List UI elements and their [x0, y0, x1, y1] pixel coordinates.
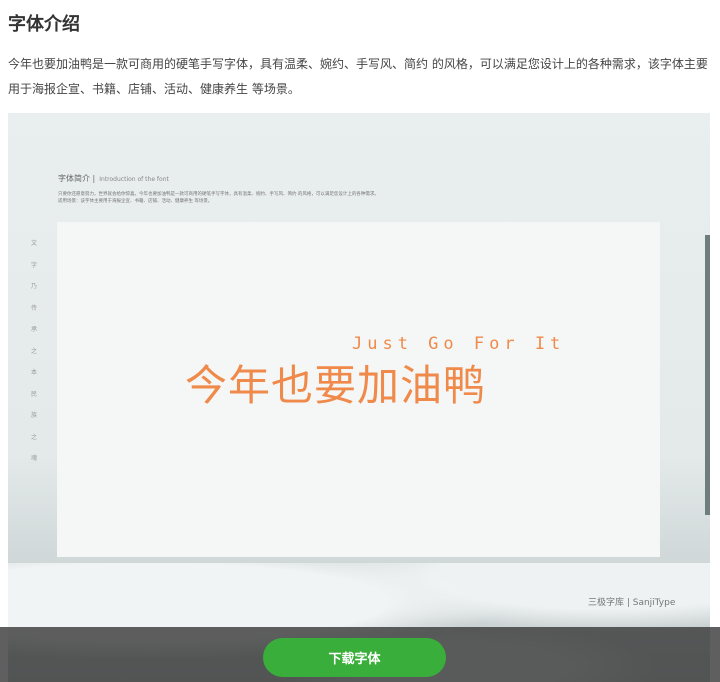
preview-heading: 字体简介 | Introduction of the font	[58, 173, 169, 184]
vertical-char: 文	[31, 240, 38, 247]
vertical-char: 民	[31, 390, 38, 398]
vertical-char: 魂	[31, 455, 38, 462]
decorative-bar	[705, 235, 710, 515]
section-title: 字体介绍	[8, 14, 80, 35]
preview-card: Just Go For It 今年也要加油鸭	[57, 222, 660, 557]
vertical-char: 族	[31, 412, 38, 419]
vertical-char: 本	[31, 369, 38, 376]
vertical-char: 字	[31, 261, 38, 269]
preview-intro-line: 适用场景：该字体主要用于海报企宣、书籍、店铺、活动、健康养生 等场景。	[58, 199, 213, 204]
vertical-char: 传	[31, 304, 38, 312]
preview-heading-en: Introduction of the font	[99, 176, 169, 183]
slogan-cn: 今年也要加油鸭	[185, 361, 487, 410]
brand-label: 三极字库 | SanjiType	[588, 598, 676, 608]
font-description: 今年也要加油鸭是一款可商用的硬笔手写字体，具有温柔、婉约、手写风、简约 的风格，…	[8, 57, 708, 96]
vertical-char: 乃	[31, 283, 38, 290]
vertical-char: 之	[31, 433, 38, 441]
preview-heading-cn: 字体简介 |	[58, 174, 96, 183]
download-font-button[interactable]: 下载字体	[263, 638, 446, 677]
vertical-char: 承	[31, 326, 38, 333]
vertical-char: 之	[31, 347, 38, 355]
preview-intro: 只要你还愿意努力，世界就会给你惊喜。今年也要加油鸭是一款可商用的硬笔手写字体，具…	[58, 191, 458, 205]
preview-intro-line: 只要你还愿意努力，世界就会给你惊喜。今年也要加油鸭是一款可商用的硬笔手写字体，具…	[58, 192, 379, 197]
font-preview-image: 字体简介 | Introduction of the font 只要你还愿意努力，…	[8, 113, 710, 682]
vertical-text: 文 字 乃 传 承 之 本 民 族 之 魂	[31, 238, 39, 475]
slogan-en: Just Go For It	[352, 334, 566, 354]
